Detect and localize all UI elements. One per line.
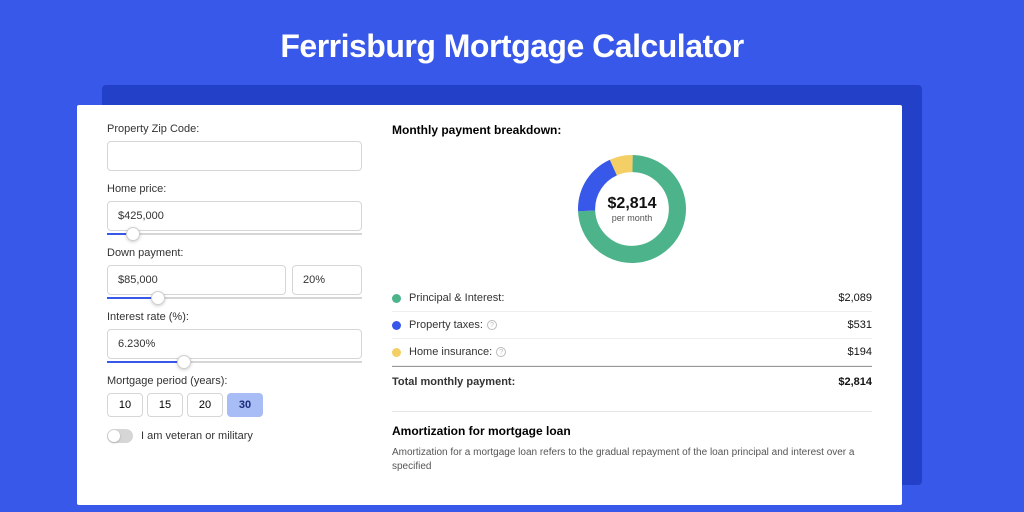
- legend-value: $2,089: [838, 292, 872, 304]
- home-price-input[interactable]: [107, 201, 362, 231]
- donut-chart: $2,814 per month: [572, 149, 692, 269]
- legend-text: Property taxes:: [409, 319, 483, 331]
- info-icon[interactable]: ?: [487, 320, 497, 330]
- zip-label: Property Zip Code:: [107, 123, 362, 135]
- period-tab-20[interactable]: 20: [187, 393, 223, 417]
- interest-slider[interactable]: [107, 361, 362, 363]
- donut-sub: per month: [608, 213, 657, 223]
- down-payment-label: Down payment:: [107, 247, 362, 259]
- home-price-label: Home price:: [107, 183, 362, 195]
- zip-input[interactable]: [107, 141, 362, 171]
- down-payment-group: Down payment:: [107, 247, 362, 299]
- legend-label: Property taxes: ?: [409, 319, 848, 331]
- total-label: Total monthly payment:: [392, 376, 838, 388]
- period-tabs: 10 15 20 30: [107, 393, 362, 417]
- page-title: Ferrisburg Mortgage Calculator: [0, 0, 1024, 85]
- form-column: Property Zip Code: Home price: Down paym…: [107, 123, 362, 505]
- donut-amount: $2,814: [608, 195, 657, 213]
- legend-value: $531: [848, 319, 872, 331]
- down-payment-input[interactable]: [107, 265, 286, 295]
- shadow-panel: Property Zip Code: Home price: Down paym…: [102, 85, 922, 485]
- period-tab-15[interactable]: 15: [147, 393, 183, 417]
- info-icon[interactable]: ?: [496, 347, 506, 357]
- legend-label: Home insurance: ?: [409, 346, 848, 358]
- legend-text: Home insurance:: [409, 346, 492, 358]
- down-payment-slider[interactable]: [107, 297, 362, 299]
- total-value: $2,814: [838, 376, 872, 388]
- period-tab-10[interactable]: 10: [107, 393, 143, 417]
- home-price-slider[interactable]: [107, 233, 362, 235]
- breakdown-column: Monthly payment breakdown: $2,814 per mo…: [392, 123, 872, 505]
- legend-dot: [392, 348, 401, 357]
- interest-input[interactable]: [107, 329, 362, 359]
- legend-label: Principal & Interest:: [409, 292, 838, 304]
- period-tab-30[interactable]: 30: [227, 393, 263, 417]
- amortization-title: Amortization for mortgage loan: [392, 411, 872, 438]
- calculator-card: Property Zip Code: Home price: Down paym…: [77, 105, 902, 505]
- slider-thumb[interactable]: [177, 355, 191, 369]
- donut-center: $2,814 per month: [608, 195, 657, 223]
- slider-thumb[interactable]: [126, 227, 140, 241]
- period-label: Mortgage period (years):: [107, 375, 362, 387]
- veteran-toggle-row: I am veteran or military: [107, 429, 362, 443]
- donut-chart-container: $2,814 per month: [392, 149, 872, 269]
- legend-value: $194: [848, 346, 872, 358]
- legend-row-principal: Principal & Interest: $2,089: [392, 285, 872, 312]
- legend-row-taxes: Property taxes: ? $531: [392, 312, 872, 339]
- interest-group: Interest rate (%):: [107, 311, 362, 363]
- legend-dot: [392, 321, 401, 330]
- amortization-text: Amortization for a mortgage loan refers …: [392, 446, 872, 474]
- zip-field-group: Property Zip Code:: [107, 123, 362, 171]
- veteran-label: I am veteran or military: [141, 430, 253, 442]
- slider-thumb[interactable]: [151, 291, 165, 305]
- period-group: Mortgage period (years): 10 15 20 30: [107, 375, 362, 417]
- home-price-group: Home price:: [107, 183, 362, 235]
- toggle-knob: [108, 430, 120, 442]
- legend-row-total: Total monthly payment: $2,814: [392, 366, 872, 395]
- legend-dot: [392, 294, 401, 303]
- legend-row-insurance: Home insurance: ? $194: [392, 339, 872, 366]
- veteran-toggle[interactable]: [107, 429, 133, 443]
- breakdown-title: Monthly payment breakdown:: [392, 123, 872, 137]
- interest-label: Interest rate (%):: [107, 311, 362, 323]
- down-payment-pct-input[interactable]: [292, 265, 362, 295]
